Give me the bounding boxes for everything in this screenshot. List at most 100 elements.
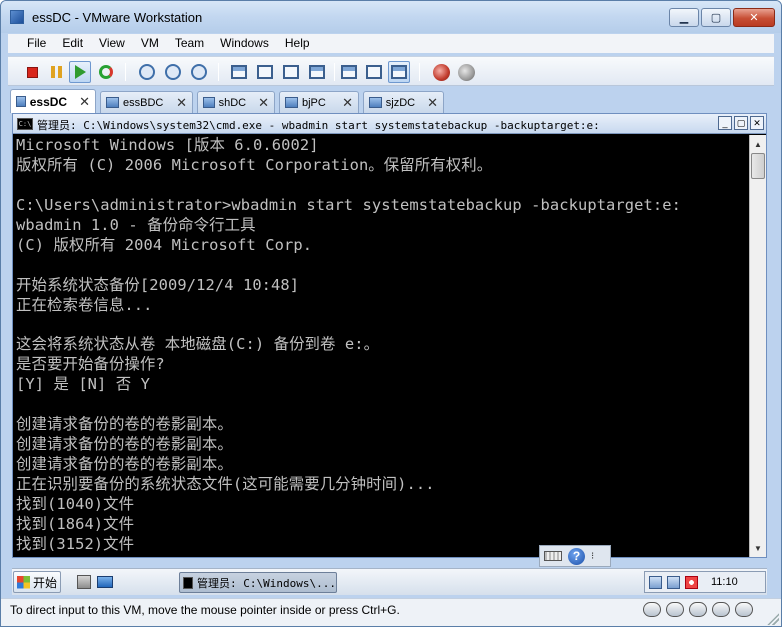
console-title-bar: C:\ 管理员: C:\Windows\system32\cmd.exe - w… — [13, 114, 766, 134]
pause-icon — [50, 66, 62, 78]
console-line: 找到(1040)文件 — [16, 494, 135, 513]
cmd-icon: C:\ — [17, 118, 33, 130]
menu-view[interactable]: View — [91, 34, 133, 53]
console-line: 这会将系统状态从卷 本地磁盘(C:) 备份到卷 e:。 — [16, 335, 380, 354]
tab-shdc[interactable]: shDC ✕ — [197, 91, 275, 113]
close-tab-icon[interactable]: ✕ — [419, 95, 438, 111]
menu-file[interactable]: File — [8, 34, 54, 53]
vmware-window: essDC - VMware Workstation ▁ ▢ ✕ File Ed… — [0, 0, 782, 627]
volume-tray-icon[interactable] — [667, 575, 680, 589]
snapshot-manager-button[interactable] — [188, 61, 210, 83]
vm-icon — [369, 97, 382, 108]
hard-disk-icon[interactable] — [643, 602, 661, 617]
close-tab-icon[interactable]: ✕ — [71, 94, 90, 110]
minimize-button[interactable]: ▁ — [669, 8, 699, 27]
menu-edit[interactable]: Edit — [54, 34, 91, 53]
scroll-up-icon[interactable]: ▲ — [750, 136, 766, 152]
console-line: 正在检索卷信息... — [16, 295, 153, 314]
suspend-button[interactable] — [45, 61, 67, 83]
console-line: 找到(3152)文件 — [16, 534, 135, 553]
console-minimize-button[interactable]: _ — [718, 116, 732, 130]
revert-snapshot-button[interactable] — [162, 61, 184, 83]
tab-label: bjPC — [302, 96, 326, 109]
console-title: 管理员: C:\Windows\system32\cmd.exe - wbadm… — [37, 119, 600, 132]
menu-windows[interactable]: Windows — [212, 34, 277, 53]
normal-view-button[interactable] — [228, 61, 250, 83]
snapshot-icon — [139, 64, 155, 80]
console-line: 是否要开始备份操作? — [16, 355, 165, 374]
cmd-icon — [183, 576, 194, 589]
appliance-view-button[interactable] — [363, 61, 385, 83]
console-maximize-button[interactable]: ▢ — [734, 116, 748, 130]
tab-essbdc[interactable]: essBDC ✕ — [100, 91, 193, 113]
normal-view-icon — [231, 65, 247, 79]
snapshot-manager-icon — [191, 64, 207, 80]
console-output[interactable]: Microsoft Windows [版本 6.0.6002] 版权所有 (C) … — [16, 136, 744, 556]
power-off-button[interactable] — [21, 61, 43, 83]
vm-tabs: essDC ✕ essBDC ✕ shDC ✕ bjPC ✕ sjzDC ✕ — [8, 89, 774, 113]
summary-view-button[interactable] — [338, 61, 360, 83]
resize-grip[interactable] — [767, 613, 779, 625]
show-desktop-icon[interactable] — [97, 576, 113, 588]
start-button[interactable]: 开始 — [13, 571, 61, 593]
usb-icon[interactable] — [735, 602, 753, 617]
network-button[interactable] — [430, 61, 452, 83]
console-scrollbar[interactable]: ▲ ▼ — [749, 135, 766, 557]
tab-sjzdc[interactable]: sjzDC ✕ — [363, 91, 444, 113]
console-line: 正在识别要备份的系统状态文件(这可能需要几分钟时间)... — [16, 474, 435, 493]
taskbar-item-label: 管理员: C:\Windows\... — [197, 576, 336, 590]
vm-icon — [106, 97, 119, 108]
scroll-down-icon[interactable]: ▼ — [750, 540, 766, 556]
take-snapshot-button[interactable] — [136, 61, 158, 83]
status-message: To direct input to this VM, move the mou… — [10, 603, 400, 617]
vmware-app-icon — [10, 10, 24, 24]
unity-button[interactable] — [306, 61, 328, 83]
fullscreen-button[interactable] — [254, 61, 276, 83]
network-tray-icon[interactable] — [649, 575, 662, 589]
scroll-thumb[interactable] — [751, 153, 765, 179]
console-view-button[interactable] — [388, 61, 410, 83]
menu-vm[interactable]: VM — [133, 34, 167, 53]
taskbar-item-cmd[interactable]: 管理员: C:\Windows\... — [179, 572, 337, 593]
maximize-button[interactable]: ▢ — [701, 8, 731, 27]
help-icon[interactable]: ? — [568, 547, 585, 565]
network-adapter-icon[interactable] — [712, 602, 730, 617]
guest-console-window[interactable]: C:\ 管理员: C:\Windows\system32\cmd.exe - w… — [12, 113, 767, 558]
team-button[interactable] — [455, 61, 477, 83]
keyboard-icon[interactable] — [544, 551, 562, 561]
language-bar: ? ⁝ — [539, 545, 611, 567]
summary-icon — [341, 65, 357, 79]
console-line: [Y] 是 [N] 否 Y — [16, 375, 151, 394]
close-tab-icon[interactable]: ✕ — [168, 95, 187, 111]
tab-essdc[interactable]: essDC ✕ — [10, 89, 96, 113]
console-controls: _ ▢ ✕ — [718, 116, 764, 130]
reset-icon — [99, 65, 113, 79]
floppy-icon[interactable] — [689, 602, 707, 617]
close-button[interactable]: ✕ — [733, 8, 775, 27]
team-icon — [457, 63, 475, 81]
console-line: 创建请求备份的卷的卷影副本。 — [16, 455, 233, 473]
clock[interactable]: 11:10 — [711, 576, 738, 588]
security-tray-icon[interactable] — [685, 575, 698, 589]
close-tab-icon[interactable]: ✕ — [334, 95, 353, 111]
reset-button[interactable] — [95, 61, 117, 83]
title-bar: essDC - VMware Workstation ▁ ▢ ✕ — [1, 1, 781, 33]
close-tab-icon[interactable]: ✕ — [250, 95, 269, 111]
console-line: wbadmin 1.0 - 备份命令行工具 — [16, 215, 256, 234]
console-view-icon — [391, 65, 407, 79]
quick-switch-button[interactable] — [280, 61, 302, 83]
menu-team[interactable]: Team — [167, 34, 212, 53]
power-on-button[interactable] — [69, 61, 91, 83]
console-close-button[interactable]: ✕ — [750, 116, 764, 130]
console-line: 版权所有 (C) 2006 Microsoft Corporation。保留所有… — [16, 155, 493, 174]
tab-bjpc[interactable]: bjPC ✕ — [279, 91, 359, 113]
window-title: essDC - VMware Workstation — [32, 10, 203, 25]
options-icon[interactable]: ⁝ — [591, 551, 594, 562]
console-line: C:\Users\administrator>wbadmin start sys… — [16, 195, 681, 214]
server-manager-icon[interactable] — [77, 575, 91, 589]
menu-help[interactable]: Help — [277, 34, 318, 53]
cd-rom-icon[interactable] — [666, 602, 684, 617]
fullscreen-icon — [257, 65, 273, 79]
